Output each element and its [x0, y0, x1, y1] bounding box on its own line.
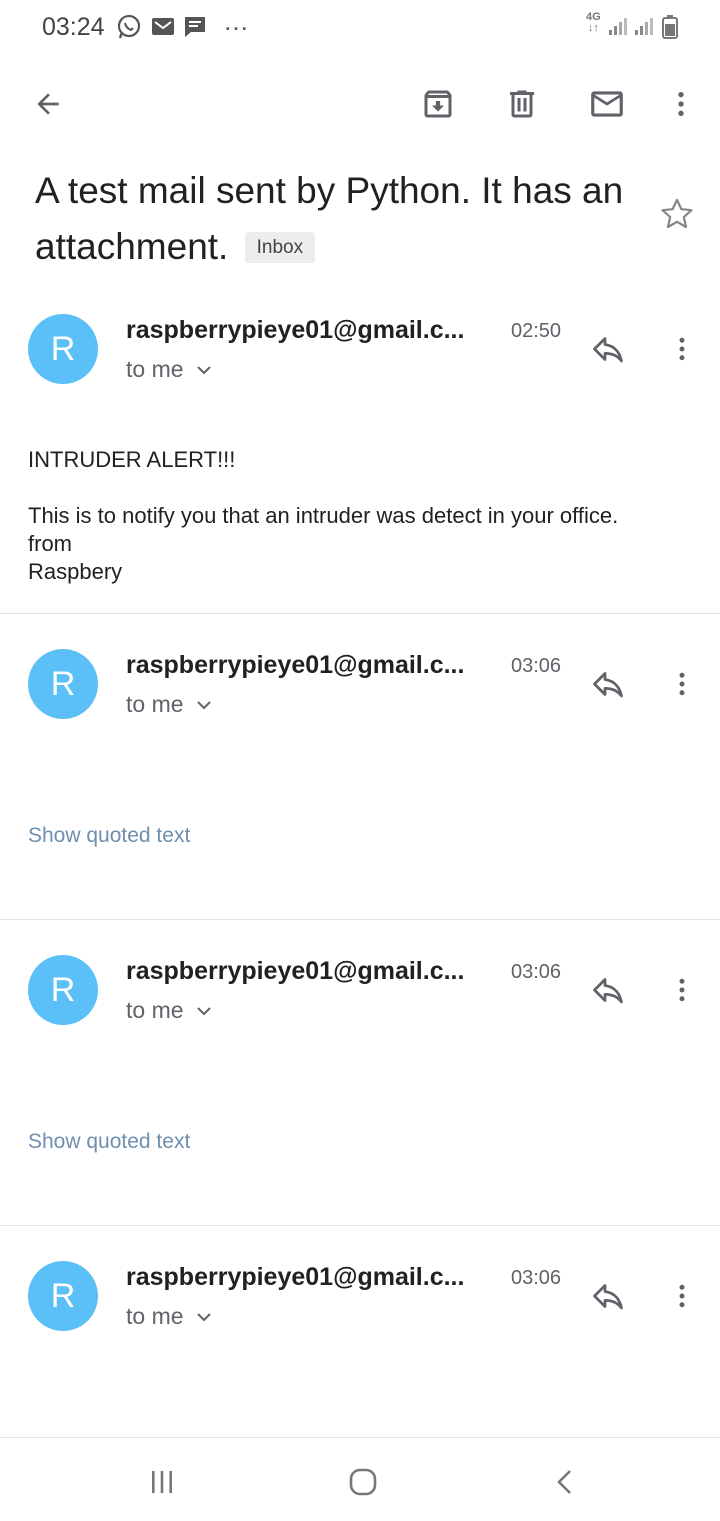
message-card: R raspberrypieye01@gmail.c... 03:06 to m…: [0, 920, 720, 1225]
chevron-down-icon: [196, 1006, 211, 1015]
reply-button[interactable]: [586, 662, 630, 706]
message-body-heading: INTRUDER ALERT!!!: [28, 447, 236, 472]
gmail-notification-icon: [150, 14, 176, 40]
show-quoted-text-link[interactable]: Show quoted text: [28, 1130, 190, 1154]
show-quoted-text-link[interactable]: Show quoted text: [28, 824, 190, 848]
mark-unread-icon: [591, 91, 623, 117]
recipient-details-toggle[interactable]: to me: [126, 691, 212, 718]
more-notifications-icon: …: [223, 6, 250, 36]
message-more-button[interactable]: [660, 1274, 704, 1318]
sender-name[interactable]: raspberrypieye01@gmail.c...: [126, 316, 464, 345]
status-time: 03:24: [42, 13, 105, 41]
recent-apps-button[interactable]: [140, 1460, 184, 1504]
recent-apps-icon: [152, 1471, 172, 1493]
sender-name[interactable]: raspberrypieye01@gmail.c...: [126, 957, 464, 986]
message-time: 03:06: [511, 1267, 562, 1289]
toolbar: [0, 68, 720, 138]
delete-icon: [510, 90, 534, 118]
email-subject: A test mail sent by Python. It has an at…: [35, 163, 625, 275]
subject-title: A test mail sent by Python. It has an at…: [35, 170, 624, 267]
more-vert-icon: [679, 672, 685, 696]
recipient-text: to me: [126, 356, 184, 382]
more-vert-icon: [678, 92, 684, 116]
recipient-text: to me: [126, 691, 184, 717]
signal-icon: [634, 16, 656, 36]
message-time: 03:06: [511, 961, 562, 983]
back-button[interactable]: [26, 82, 70, 126]
network-type: 4G ↓↑: [586, 11, 601, 34]
reply-icon: [593, 1284, 623, 1310]
back-icon: [557, 1470, 571, 1494]
reply-icon: [593, 978, 623, 1004]
recipient-text: to me: [126, 997, 184, 1023]
mark-unread-button[interactable]: [585, 82, 629, 126]
reply-button[interactable]: [586, 968, 630, 1012]
message-more-button[interactable]: [660, 662, 704, 706]
status-bar: 03:24 … 4G ↓↑: [0, 0, 720, 56]
more-options-button[interactable]: [659, 82, 703, 126]
sender-avatar[interactable]: R: [28, 955, 98, 1025]
system-nav-bar: [0, 1437, 720, 1521]
recipient-details-toggle[interactable]: to me: [126, 356, 212, 383]
sender-avatar[interactable]: R: [28, 649, 98, 719]
message-body-text: This is to notify you that an intruder w…: [28, 503, 619, 584]
sender-name[interactable]: raspberrypieye01@gmail.c...: [126, 1263, 464, 1292]
sender-name[interactable]: raspberrypieye01@gmail.c...: [126, 651, 464, 680]
message-card: R raspberrypieye01@gmail.c... 03:06 to m…: [0, 614, 720, 919]
reply-button[interactable]: [586, 1274, 630, 1318]
message-card: R raspberrypieye01@gmail.c... 02:50 to m…: [0, 300, 720, 613]
message-icon: [182, 14, 208, 40]
more-vert-icon: [679, 978, 685, 1002]
battery-icon: [662, 15, 678, 39]
chevron-down-icon: [196, 1312, 211, 1321]
inbox-label-badge[interactable]: Inbox: [244, 232, 316, 263]
message-time: 03:06: [511, 655, 562, 677]
whatsapp-icon: [116, 14, 142, 40]
delete-button[interactable]: [500, 82, 544, 126]
home-button[interactable]: [341, 1460, 385, 1504]
message-more-button[interactable]: [660, 327, 704, 371]
home-icon: [349, 1468, 377, 1496]
message-card: R raspberrypieye01@gmail.c... 03:06 to m…: [0, 1226, 720, 1436]
star-button[interactable]: [657, 194, 697, 234]
back-arrow-icon: [37, 93, 59, 115]
recipient-details-toggle[interactable]: to me: [126, 1303, 212, 1330]
reply-button[interactable]: [586, 327, 630, 371]
reply-icon: [593, 337, 623, 363]
chevron-down-icon: [196, 700, 211, 709]
recipient-text: to me: [126, 1303, 184, 1329]
reply-icon: [593, 672, 623, 698]
star-icon: [661, 198, 693, 229]
message-more-button[interactable]: [660, 968, 704, 1012]
archive-button[interactable]: [416, 82, 460, 126]
sender-avatar[interactable]: R: [28, 314, 98, 384]
archive-icon: [424, 90, 452, 118]
message-time: 02:50: [511, 320, 562, 342]
recipient-details-toggle[interactable]: to me: [126, 997, 212, 1024]
nav-back-button[interactable]: [543, 1460, 587, 1504]
chevron-down-icon: [196, 365, 211, 374]
sender-avatar[interactable]: R: [28, 1261, 98, 1331]
more-vert-icon: [679, 1284, 685, 1308]
more-vert-icon: [679, 337, 685, 361]
signal-icon: [608, 16, 630, 36]
